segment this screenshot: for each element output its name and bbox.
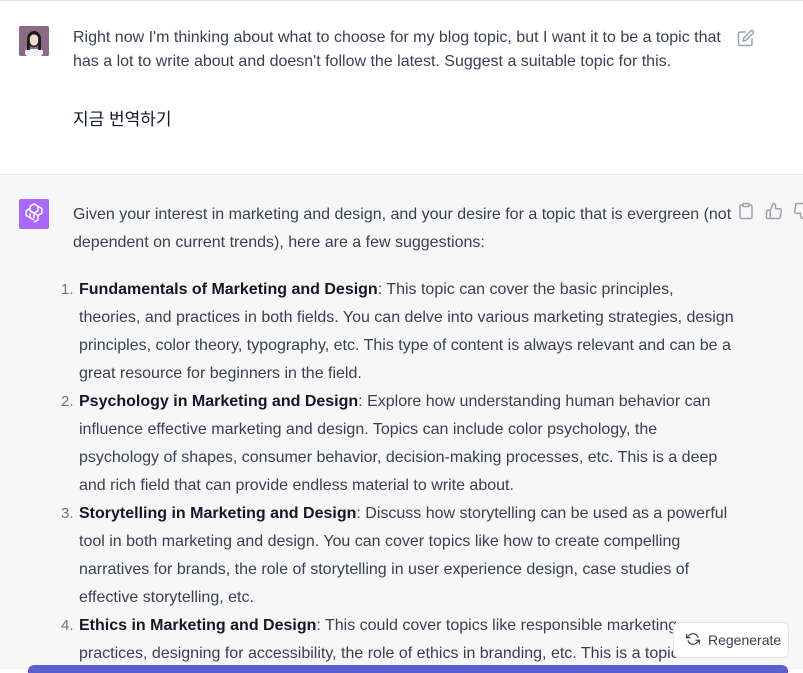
list-number: 4. [61,617,74,634]
list-item-title: Ethics in Marketing and Design [79,617,317,634]
regenerate-button[interactable]: Regenerate [673,622,789,658]
message-actions [737,202,803,220]
assistant-message: Given your interest in marketing and des… [0,175,803,669]
translate-now-link[interactable]: 지금 번역하기 [73,108,172,132]
list-number: 2. [61,393,74,410]
list-item-title: Fundamentals of Marketing and Design [79,281,378,298]
list-item: 1. Fundamentals of Marketing and Design:… [61,276,739,388]
thumbs-down-icon[interactable] [793,202,803,220]
list-item: 4. Ethics in Marketing and Design: This … [61,612,739,668]
copy-icon[interactable] [737,202,755,220]
thumbs-up-icon[interactable] [765,202,783,220]
openai-logo-icon [23,201,45,228]
list-item-title: Psychology in Marketing and Design [79,393,359,410]
user-avatar [19,26,49,56]
list-number: 1. [61,281,74,298]
list-item: 2. Psychology in Marketing and Design: E… [61,388,739,500]
list-item-title: Storytelling in Marketing and Design [79,505,357,522]
list-number: 3. [61,505,74,522]
input-bar-edge [28,665,788,673]
list-item: 3. Storytelling in Marketing and Design:… [61,500,739,612]
divider [0,0,803,1]
regenerate-label: Regenerate [708,632,782,648]
refresh-icon [686,632,700,649]
assistant-avatar [19,199,49,229]
suggestion-list: 1. Fundamentals of Marketing and Design:… [61,276,739,668]
edit-icon[interactable] [737,29,755,47]
user-message-text: Right now I'm thinking about what to cho… [73,29,721,70]
assistant-intro-text: Given your interest in marketing and des… [73,206,732,251]
user-message: Right now I'm thinking about what to cho… [0,0,803,175]
